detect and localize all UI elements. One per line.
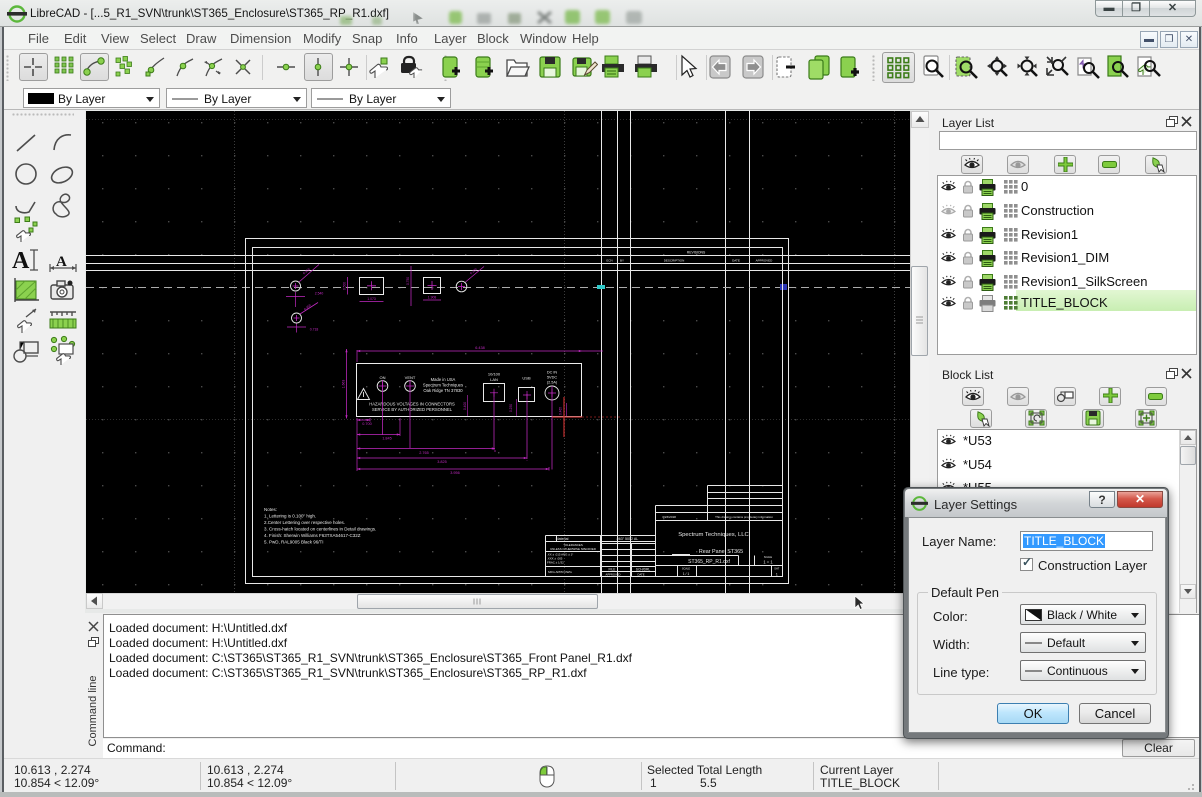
- svg-text:DC IN: DC IN: [547, 371, 558, 375]
- svg-text:0.400: 0.400: [463, 402, 467, 410]
- svg-text:Oak Ridge TN 37830: Oak Ridge TN 37830: [423, 388, 463, 393]
- svg-text:1: 1: [776, 572, 778, 576]
- svg-text:6.438: 6.438: [475, 346, 485, 350]
- svg-text:Rear Panel ST365: Rear Panel ST365: [699, 549, 743, 555]
- svg-text:Material: Material: [556, 537, 569, 541]
- svg-text:DESCRIPTION: DESCRIPTION: [664, 258, 685, 262]
- svg-text:BY: BY: [620, 258, 624, 262]
- svg-text:.XX ± .015 ANG ± 1°: .XX ± .015 ANG ± 1°: [547, 553, 573, 557]
- svg-text:0.750: 0.750: [406, 277, 410, 285]
- svg-text:(2.5A): (2.5A): [547, 381, 558, 385]
- svg-text:0.500: 0.500: [343, 282, 347, 290]
- svg-text:0.250: 0.250: [509, 404, 513, 412]
- svg-text:4. Finish: Sherwin Williams F6: 4. Finish: Sherwin Williams F63TXA54617-…: [264, 533, 361, 538]
- svg-text:Notes:: Notes:: [264, 507, 277, 512]
- svg-text:0.465: 0.465: [559, 407, 563, 415]
- svg-text:1 = 1: 1 = 1: [763, 560, 773, 565]
- svg-text:0.718: 0.718: [310, 328, 319, 332]
- svg-text:ON: ON: [380, 375, 386, 380]
- svg-text:A: A: [12, 248, 30, 274]
- svg-text:SERVICE BY AUTHORIZED PERSONNE: SERVICE BY AUTHORIZED PERSONNEL: [372, 407, 453, 412]
- svg-text:10/100: 10/100: [488, 372, 501, 377]
- svg-text:1.845: 1.845: [382, 437, 392, 441]
- svg-text:REVISIONS: REVISIONS: [687, 251, 706, 255]
- svg-text:3.825: 3.825: [437, 460, 447, 464]
- svg-text:HAZARDOUS VOLTAGES IN CONNECTO: HAZARDOUS VOLTAGES IN CONNECTORS: [369, 402, 455, 407]
- svg-text:USB: USB: [522, 376, 531, 381]
- svg-text:FILE: FILE: [609, 568, 617, 572]
- svg-text:UNLESS OTHERWISE SPECIFIED: UNLESS OTHERWISE SPECIFIED: [550, 547, 596, 551]
- svg-text:SCALE: SCALE: [682, 568, 691, 571]
- svg-text:LAN: LAN: [490, 377, 498, 382]
- svg-text:2.Center Lettering over respec: 2.Center Lettering over respective holes…: [264, 520, 345, 525]
- svg-text:This drawing contains propriet: This drawing contains proprietary inform…: [715, 515, 773, 519]
- svg-text:1.073: 1.073: [367, 297, 376, 301]
- svg-text:SCALE: SCALE: [764, 556, 773, 559]
- svg-text:FRAC ± 1/32: FRAC ± 1/32: [547, 561, 564, 565]
- svg-text:SCH/DRL: SCH/DRL: [636, 568, 651, 572]
- svg-text:APPROVED: APPROVED: [756, 258, 774, 262]
- svg-text:Spectrum Techniques, LLC: Spectrum Techniques, LLC: [678, 532, 749, 538]
- svg-text:1.663: 1.663: [342, 380, 346, 389]
- svg-text:DATE: DATE: [732, 258, 740, 262]
- svg-text:1. Lettering is 0.100" high.: 1. Lettering is 0.100" high.: [264, 514, 316, 519]
- svg-text:2.540: 2.540: [315, 292, 324, 296]
- svg-text:1 / 1: 1 / 1: [683, 572, 690, 576]
- svg-text:SHT: SHT: [774, 568, 779, 571]
- svg-text:.063" 5052 AL: .063" 5052 AL: [616, 537, 638, 541]
- svg-text:ECN: ECN: [606, 258, 612, 262]
- svg-text:1.908: 1.908: [428, 296, 437, 300]
- svg-text:3.956: 3.956: [450, 471, 460, 475]
- svg-text:.XXX ± .005: .XXX ± .005: [547, 557, 563, 561]
- svg-text:Made in USA: Made in USA: [431, 377, 456, 382]
- svg-text:0.700: 0.700: [362, 422, 372, 426]
- svg-text:VENT: VENT: [405, 375, 416, 380]
- svg-text:Spectrum Techniques: Spectrum Techniques: [423, 383, 463, 388]
- svg-text:3. Cross-hatch located on cent: 3. Cross-hatch located on centerlines in…: [264, 527, 376, 532]
- svg-text:MFG APPR DWG: MFG APPR DWG: [548, 570, 572, 574]
- svg-text:TOLERANCES: TOLERANCES: [563, 543, 583, 547]
- svg-text:2.765: 2.765: [419, 451, 429, 455]
- svg-text:ST365_RP_R1.dxf: ST365_RP_R1.dxf: [688, 559, 730, 565]
- svg-text:3/23/2018: 3/23/2018: [662, 515, 676, 519]
- svg-text:5. PwD, RAL9005 Black 96/TI: 5. PwD, RAL9005 Black 96/TI: [264, 540, 324, 545]
- svg-text:5VDC: 5VDC: [547, 376, 557, 380]
